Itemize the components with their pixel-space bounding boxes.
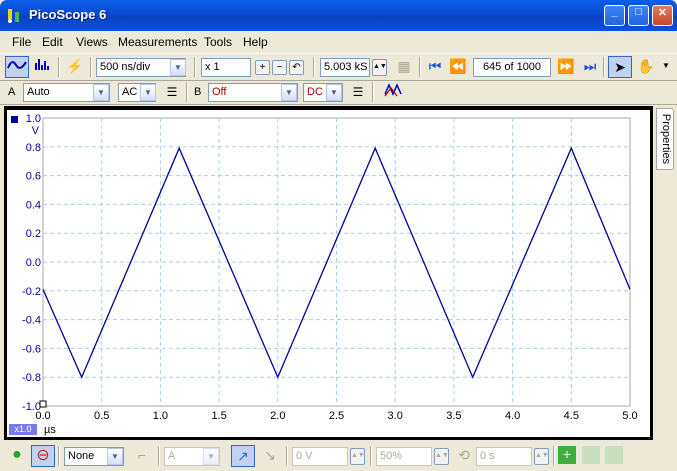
menu-help[interactable]: Help [243,35,268,49]
zoom-out-icon[interactable]: − [272,60,287,75]
scope-plot[interactable]: 0.0 0.5 1.0 1.5 2.0 2.5 3.0 3.5 4.0 4.5 5.0 1.0 0.8 0… [7,110,650,437]
y-tick-label: 0.2 [26,228,41,240]
menu-measurements[interactable]: Measurements [118,35,197,49]
start-icon[interactable]: ● [5,445,29,467]
close-button[interactable]: ✕ [652,5,673,26]
y-tick-label: 0.4 [26,199,41,211]
y-tick-label: 0.6 [26,171,41,183]
window-title: PicoScope 6 [29,7,107,22]
picoscope-logo-icon [8,9,19,23]
y-tick-label: -0.4 [22,315,41,327]
channel-a-marker-icon[interactable] [11,116,18,123]
samples-spinner-icon[interactable]: ▲▼ [372,59,387,76]
x-tick-label: 0.5 [94,410,109,422]
menu-views[interactable]: Views [76,35,108,49]
samples-field[interactable]: 5.003 kS [320,58,370,77]
spectrum-mode-icon[interactable] [31,56,55,78]
scale-badge[interactable]: x1.0 [9,424,37,435]
y-tick-label: -0.6 [22,343,41,355]
channel-b-label: B [194,86,202,98]
scope-mode-icon[interactable] [5,56,29,78]
chevron-down-icon[interactable]: ▼ [93,84,109,101]
chevron-down-icon[interactable]: ▼ [170,59,186,76]
minimize-button[interactable]: _ [604,5,625,26]
delay-icon: ⟲ [458,447,470,463]
rising-edge-icon[interactable]: ↗ [231,445,255,467]
x-tick-label: 2.0 [270,410,285,422]
channel-options-icon[interactable] [378,82,410,104]
menu-tools[interactable]: Tools [204,35,232,49]
buffer-position[interactable]: 645 of 1000 [473,58,551,77]
trigger-toolbar: ● ⊖ None ▼ ⌐ A ▼ ↗ ↘ 0 V ▲▼ 50% ▲▼ ⟲ 0 s… [0,443,677,471]
chevron-down-icon[interactable]: ▼ [107,448,123,465]
ruler-handle-icon[interactable] [39,400,47,408]
falling-edge-icon: ↘ [264,447,276,463]
add-measurement-icon[interactable]: + [558,446,576,464]
last-buffer-icon[interactable]: ⏭ [578,56,602,78]
hand-tool-icon[interactable]: ✋ [634,56,658,78]
chevron-down-icon[interactable]: ▼ [326,84,342,101]
y-tick-label: -1.0 [22,401,41,413]
signal-generator-icon: ▦ [397,58,411,74]
chevron-down-icon[interactable]: ▼ [281,84,297,101]
y-tick-label: -0.8 [22,372,41,384]
lightning-icon[interactable]: ⚡ [63,56,87,78]
y-tick-label: -0.2 [22,286,41,298]
menu-edit[interactable]: Edit [42,35,63,49]
properties-tab[interactable]: Properties [656,108,674,170]
chevron-down-icon[interactable]: ▼ [140,84,156,101]
chevron-down-icon: ▼ [203,448,219,465]
pretrigger-spinner-icon: ▲▼ [434,448,449,465]
waveform-chart[interactable]: 0.0 0.5 1.0 1.5 2.0 2.5 3.0 3.5 4.0 4.5 5.0 1.0 0.8 0… [7,110,650,437]
properties-tab-label: Properties [660,113,672,165]
title-bar: PicoScope 6 _ □ ✕ [0,0,677,31]
menu-bar: File Edit Views Measurements Tools Help [0,31,677,51]
channel-toolbar: A Auto ▼ AC ▼ ☰ B Off ▼ DC ▼ ☰ [0,81,677,105]
x-axis-unit: µs [44,424,56,436]
previous-buffer-icon[interactable]: ⏪ [446,56,470,78]
menu-file[interactable]: File [12,35,31,49]
trigger-type-icon: ⌐ [137,447,147,463]
y-axis-unit: V [32,125,40,137]
trigger-delay-field: 0 s [476,447,532,466]
zoom-in-icon[interactable]: + [255,60,270,75]
x-tick-label: 5.0 [622,410,637,422]
zoom-reset-icon[interactable]: ↶ [289,60,304,75]
x-tick-label: 3.0 [388,410,403,422]
channel-a-label: A [8,86,16,98]
x-tick-label: 3.5 [446,410,461,422]
trigger-level-field: 0 V [292,447,348,466]
y-tick-label: 0.8 [26,142,41,154]
delay-spinner-icon: ▲▼ [534,448,549,465]
first-buffer-icon[interactable]: ⏮ [423,56,447,78]
x-tick-label: 4.5 [564,410,579,422]
pretrigger-field: 50% [376,447,432,466]
x-tick-label: 1.0 [153,410,168,422]
channel-a-options-icon[interactable]: ☰ [160,82,184,104]
next-buffer-icon[interactable]: ⏩ [554,56,578,78]
x-tick-label: 4.0 [505,410,520,422]
stop-icon[interactable]: ⊖ [31,445,55,467]
y-tick-label: 0.0 [26,257,41,269]
zoom-field[interactable]: x 1 [201,58,251,77]
x-tick-label: 2.5 [329,410,344,422]
level-spinner-icon: ▲▼ [350,448,365,465]
y-tick-label: 1.0 [26,113,41,125]
maximize-button[interactable]: □ [628,5,649,26]
edit-measurement-icon [605,446,623,464]
main-toolbar: ⚡ 500 ns/div ▼ x 1 + − ↶ 5.003 kS ▲▼ ▦ ⏮… [0,53,677,81]
toolbar-overflow-icon[interactable]: ▼ [659,56,673,78]
channel-b-options-icon[interactable]: ☰ [346,82,370,104]
pointer-tool-icon[interactable]: ➤ [608,56,632,78]
x-tick-label: 1.5 [211,410,226,422]
remove-measurement-icon [582,446,600,464]
